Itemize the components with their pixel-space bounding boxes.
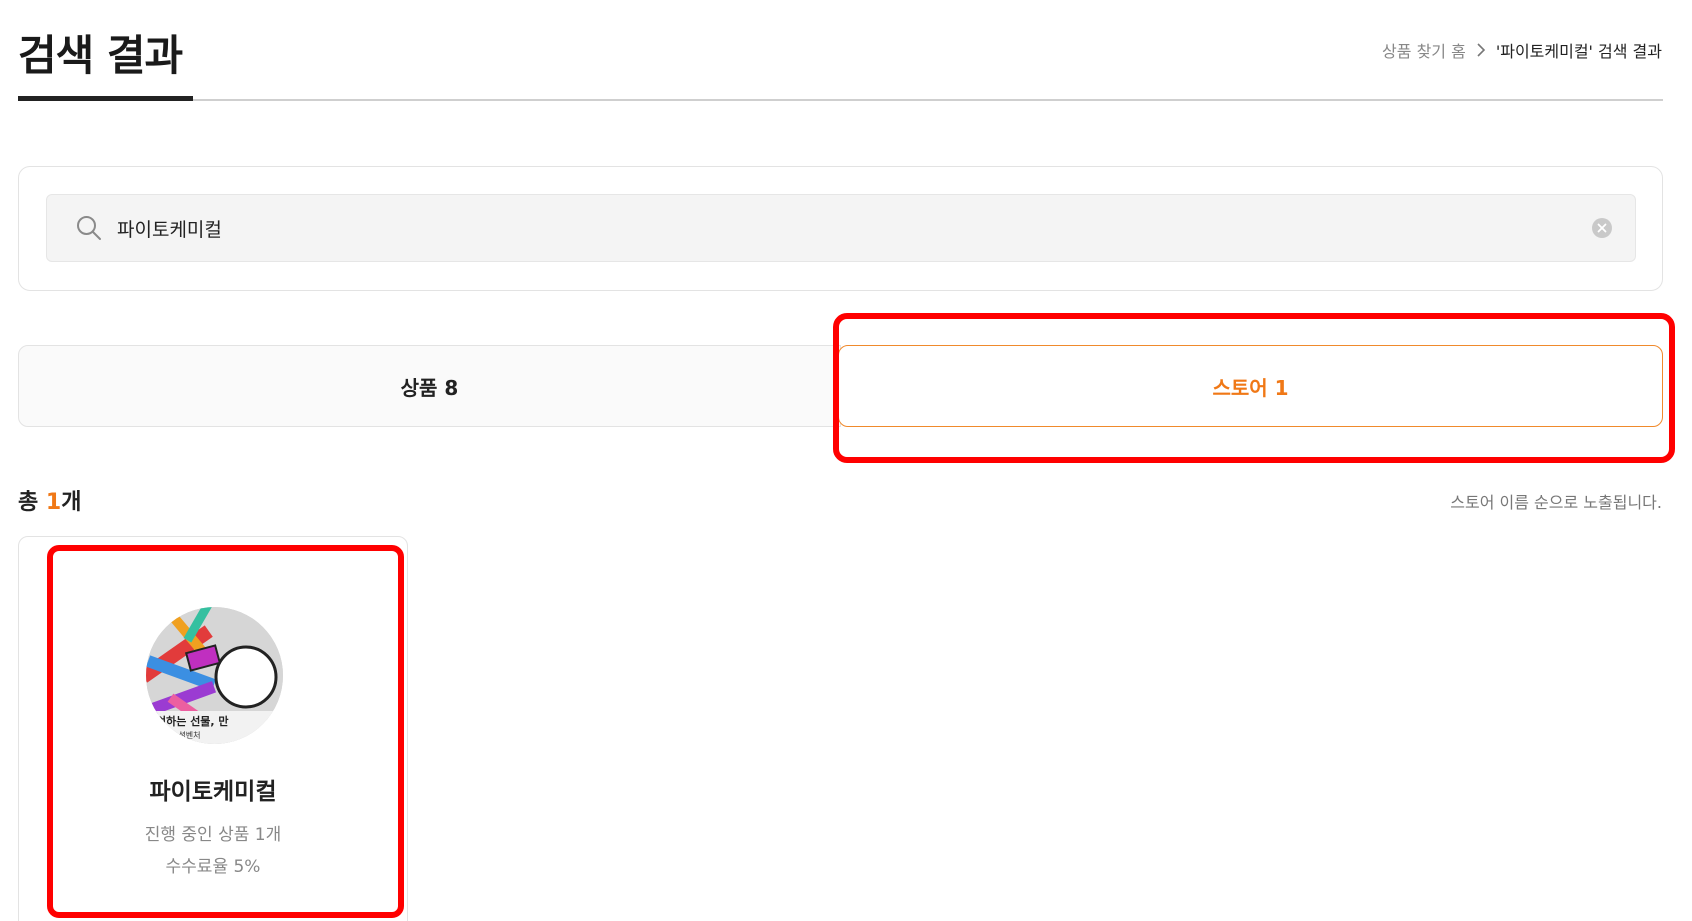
result-count-suffix: 개 — [61, 490, 82, 515]
page-title: 검색 결과 — [18, 31, 183, 80]
result-count-prefix: 총 — [18, 490, 46, 515]
breadcrumb-current: '파이토케미컬' 검색 결과 — [1495, 42, 1662, 61]
search-input[interactable]: 파이토케미컬 — [46, 194, 1636, 262]
tab-stores[interactable]: 스토어 1 — [838, 345, 1663, 427]
result-count: 총 1개 — [18, 484, 81, 516]
search-value: 파이토케미컬 — [117, 218, 222, 241]
store-avatar: 억하는 선물, 만 소셜벤처 — [146, 607, 283, 744]
chevron-right-icon — [1476, 43, 1486, 57]
header-divider — [193, 99, 1663, 101]
svg-text:억하는 선물, 만: 억하는 선물, 만 — [156, 714, 229, 728]
svg-text:소셜벤처: 소셜벤처 — [171, 730, 200, 740]
store-card[interactable]: 억하는 선물, 만 소셜벤처 파이토케미컬 진행 중인 상품 1개 수수료율 5… — [18, 536, 408, 921]
tab-products[interactable]: 상품 8 — [18, 345, 841, 427]
page: 검색 결과 상품 찾기 홈 '파이토케미컬' 검색 결과 파이토케미컬 상품 8… — [0, 0, 1692, 921]
store-fee-rate: 수수료율 5% — [165, 857, 261, 877]
title-underline — [18, 96, 193, 101]
breadcrumb-home-link[interactable]: 상품 찾기 홈 — [1382, 38, 1466, 62]
clear-icon[interactable] — [1591, 217, 1613, 239]
store-active-products: 진행 중인 상품 1개 — [144, 825, 282, 845]
store-name: 파이토케미컬 — [149, 779, 277, 805]
sort-note: 스토어 이름 순으로 노출됩니다. — [1450, 493, 1662, 512]
breadcrumb: 상품 찾기 홈 '파이토케미컬' 검색 결과 — [1382, 38, 1662, 62]
search-panel: 파이토케미컬 — [18, 166, 1663, 291]
search-icon — [75, 214, 103, 242]
result-count-number: 1 — [45, 490, 62, 515]
